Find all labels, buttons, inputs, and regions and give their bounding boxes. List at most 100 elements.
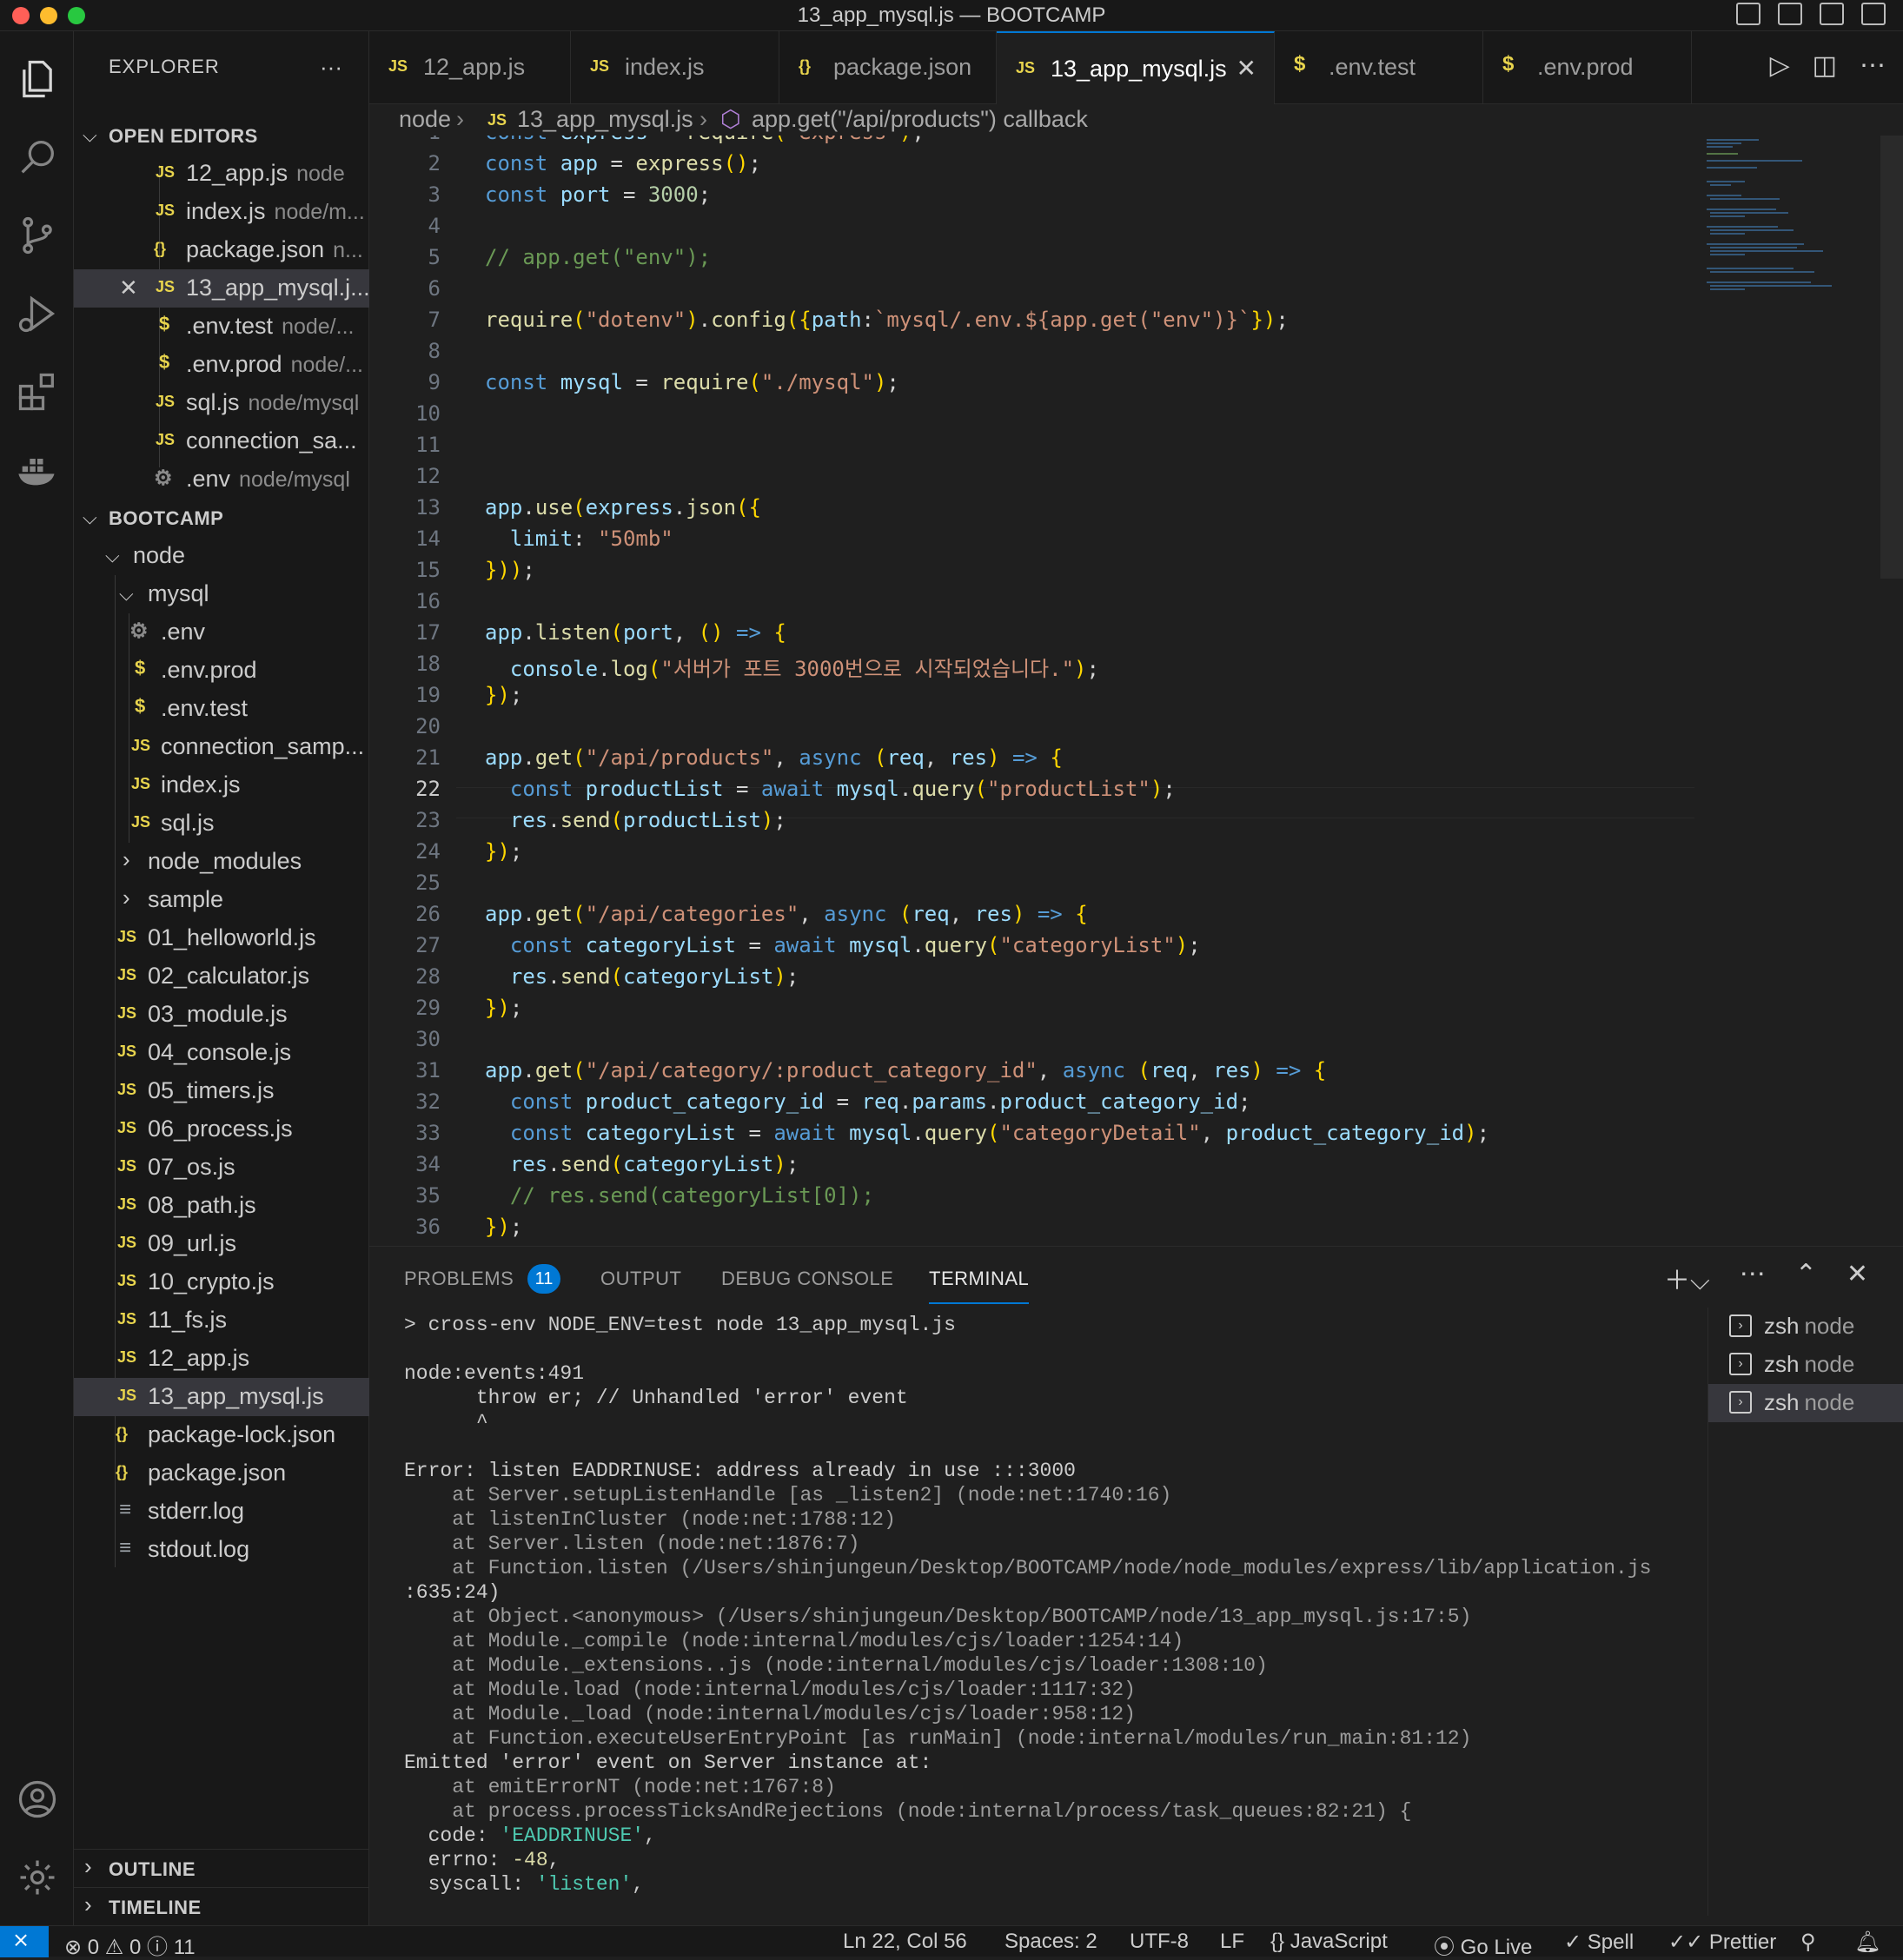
tree-file[interactable]: ≡ stderr.log: [74, 1493, 369, 1531]
tab-13-app-mysql[interactable]: JS 13_app_mysql.js ✕: [997, 31, 1275, 104]
open-editor-item[interactable]: $ .env.test node/...: [74, 308, 369, 346]
go-live-button[interactable]: ⦿ Go Live: [1434, 1930, 1532, 1960]
toggle-panel-icon[interactable]: [1778, 3, 1802, 25]
customize-layout-icon[interactable]: [1861, 3, 1886, 25]
code-line[interactable]: 23 res.send(productList);: [369, 808, 1694, 839]
tab-env-prod[interactable]: $ .env.prod: [1483, 31, 1692, 104]
tree-file[interactable]: JS 02_calculator.js: [74, 957, 369, 996]
code-line[interactable]: 14 limit: "50mb": [369, 526, 1694, 558]
terminal-instance[interactable]: › zsh node: [1708, 1346, 1903, 1384]
close-icon[interactable]: ✕: [119, 275, 138, 301]
tree-file[interactable]: JS 09_url.js: [74, 1225, 369, 1263]
code-line[interactable]: 36});: [369, 1215, 1694, 1246]
open-editor-item[interactable]: JS 12_app.js node: [74, 155, 369, 193]
tree-file[interactable]: JS 07_os.js: [74, 1149, 369, 1187]
code-line[interactable]: 34 res.send(categoryList);: [369, 1152, 1694, 1183]
terminal-instance[interactable]: › zsh node: [1708, 1308, 1903, 1346]
terminal-output[interactable]: > cross-env NODE_ENV=test node 13_app_my…: [404, 1313, 1690, 1921]
tree-file[interactable]: {} package.json: [74, 1454, 369, 1493]
code-line[interactable]: 12: [369, 464, 1694, 495]
tree-file[interactable]: ⚙ .env: [74, 613, 369, 652]
open-editor-item[interactable]: JS index.js node/m...: [74, 193, 369, 231]
code-line[interactable]: 11: [369, 433, 1694, 464]
code-line[interactable]: 22 const productList = await mysql.query…: [369, 777, 1694, 808]
code-line[interactable]: 16: [369, 589, 1694, 620]
open-editor-item[interactable]: ⚙ .env node/mysql: [74, 460, 369, 499]
open-editor-item-active[interactable]: ✕ JS 13_app_mysql.j...: [74, 269, 369, 308]
run-icon[interactable]: ▷: [1770, 50, 1790, 81]
toggle-secondary-sidebar-icon[interactable]: [1820, 3, 1844, 25]
docker-icon[interactable]: [0, 431, 74, 509]
tree-file[interactable]: JS sql.js: [74, 805, 369, 843]
code-line[interactable]: 27 const categoryList = await mysql.quer…: [369, 933, 1694, 964]
open-editor-item[interactable]: JS sql.js node/mysql: [74, 384, 369, 422]
tree-file[interactable]: JS 12_app.js: [74, 1340, 369, 1378]
tree-file[interactable]: JS 06_process.js: [74, 1110, 369, 1149]
folder-node-modules[interactable]: › node_modules: [74, 843, 369, 881]
terminal-instance-active[interactable]: › zsh node: [1708, 1384, 1903, 1422]
search-icon[interactable]: [0, 118, 74, 196]
indentation[interactable]: Spaces: 2: [1005, 1930, 1097, 1954]
editor-scrollbar[interactable]: [1880, 136, 1903, 579]
toggle-primary-sidebar-icon[interactable]: [1736, 3, 1760, 25]
folder-mysql[interactable]: ⌵ mysql: [74, 575, 369, 613]
workspace-section[interactable]: ⌵ BOOTCAMP: [74, 499, 369, 537]
code-line[interactable]: 3 const port = 3000;: [369, 182, 1694, 214]
cursor-position[interactable]: Ln 22, Col 56: [843, 1930, 967, 1954]
problems-status[interactable]: ⊗ 0 ⚠ 0 ⓘ 11: [64, 1930, 196, 1960]
tree-file[interactable]: {} package-lock.json: [74, 1416, 369, 1454]
outline-section[interactable]: › OUTLINE: [74, 1849, 369, 1887]
tree-file[interactable]: $ .env.test: [74, 690, 369, 728]
open-editors-section[interactable]: ⌵ OPEN EDITORS: [74, 116, 369, 155]
code-line[interactable]: 10: [369, 401, 1694, 433]
tree-file[interactable]: JS index.js: [74, 766, 369, 805]
tree-file[interactable]: JS 10_crypto.js: [74, 1263, 369, 1301]
code-line[interactable]: 21 app.get("/api/products", async (req, r…: [369, 745, 1694, 777]
tab-debug-console[interactable]: DEBUG CONSOLE: [721, 1268, 893, 1290]
code-line[interactable]: 15}));: [369, 558, 1694, 589]
code-line[interactable]: 1 const express = require("express");: [369, 136, 1694, 151]
code-line[interactable]: 9 const mysql = require("./mysql");: [369, 370, 1694, 401]
tree-file[interactable]: JS 08_path.js: [74, 1187, 369, 1225]
code-line[interactable]: 24});: [369, 839, 1694, 871]
language-mode[interactable]: {} JavaScript: [1270, 1930, 1388, 1954]
breadcrumb-symbol[interactable]: app.get("/api/products") callback: [752, 106, 1088, 133]
minimap[interactable]: [1703, 136, 1868, 344]
code-editor[interactable]: 1 const express = require("express"); 2 con…: [369, 136, 1903, 1246]
code-line[interactable]: 20: [369, 714, 1694, 745]
code-line[interactable]: 7 require("dotenv").config({path:`mysql/.…: [369, 308, 1694, 339]
spell-button[interactable]: ✓ Spell: [1564, 1930, 1634, 1955]
split-editor-icon[interactable]: ◫: [1813, 50, 1837, 81]
tab-12-app[interactable]: JS 12_app.js: [369, 31, 571, 104]
folder-node[interactable]: ⌵ node: [74, 537, 369, 575]
code-line[interactable]: 19});: [369, 683, 1694, 714]
tab-terminal[interactable]: TERMINAL: [929, 1268, 1030, 1304]
breadcrumb-file[interactable]: 13_app_mysql.js: [517, 106, 693, 133]
close-icon[interactable]: ✕: [1237, 54, 1257, 83]
tree-file[interactable]: JS 04_console.js: [74, 1034, 369, 1072]
more-actions-icon[interactable]: ⋯: [1860, 50, 1886, 81]
code-line[interactable]: 25: [369, 871, 1694, 902]
code-line[interactable]: 31 app.get("/api/category/:product_catego…: [369, 1058, 1694, 1089]
timeline-section[interactable]: › TIMELINE: [74, 1887, 369, 1925]
code-line[interactable]: 4: [369, 214, 1694, 245]
more-actions-icon[interactable]: ⋯: [1740, 1259, 1766, 1297]
new-terminal-icon[interactable]: ＋⌵: [1664, 1259, 1710, 1297]
tab-package-json[interactable]: {} package.json: [779, 31, 997, 104]
accounts-icon[interactable]: [0, 1760, 74, 1838]
tree-file[interactable]: JS 03_module.js: [74, 996, 369, 1034]
code-line[interactable]: 35 // res.send(categoryList[0]);: [369, 1183, 1694, 1215]
run-debug-icon[interactable]: [0, 275, 74, 353]
tree-file[interactable]: JS 01_helloworld.js: [74, 919, 369, 957]
explorer-more-actions[interactable]: ···: [320, 54, 342, 81]
code-line[interactable]: 26 app.get("/api/categories", async (req,…: [369, 902, 1694, 933]
explorer-icon[interactable]: [0, 40, 74, 118]
end-of-line[interactable]: LF: [1220, 1930, 1244, 1954]
code-line[interactable]: 5 // app.get("env");: [369, 245, 1694, 276]
tree-file[interactable]: ≡ stdout.log: [74, 1531, 369, 1569]
tab-index[interactable]: JS index.js: [571, 31, 779, 104]
code-line[interactable]: 18 console.log("서버가 포트 3000번으로 시작되었습니다."…: [369, 652, 1694, 683]
extensions-icon[interactable]: [0, 353, 74, 431]
notifications-bell-icon[interactable]: 🔔︎: [1854, 1930, 1880, 1955]
code-line[interactable]: 33 const categoryList = await mysql.quer…: [369, 1121, 1694, 1152]
